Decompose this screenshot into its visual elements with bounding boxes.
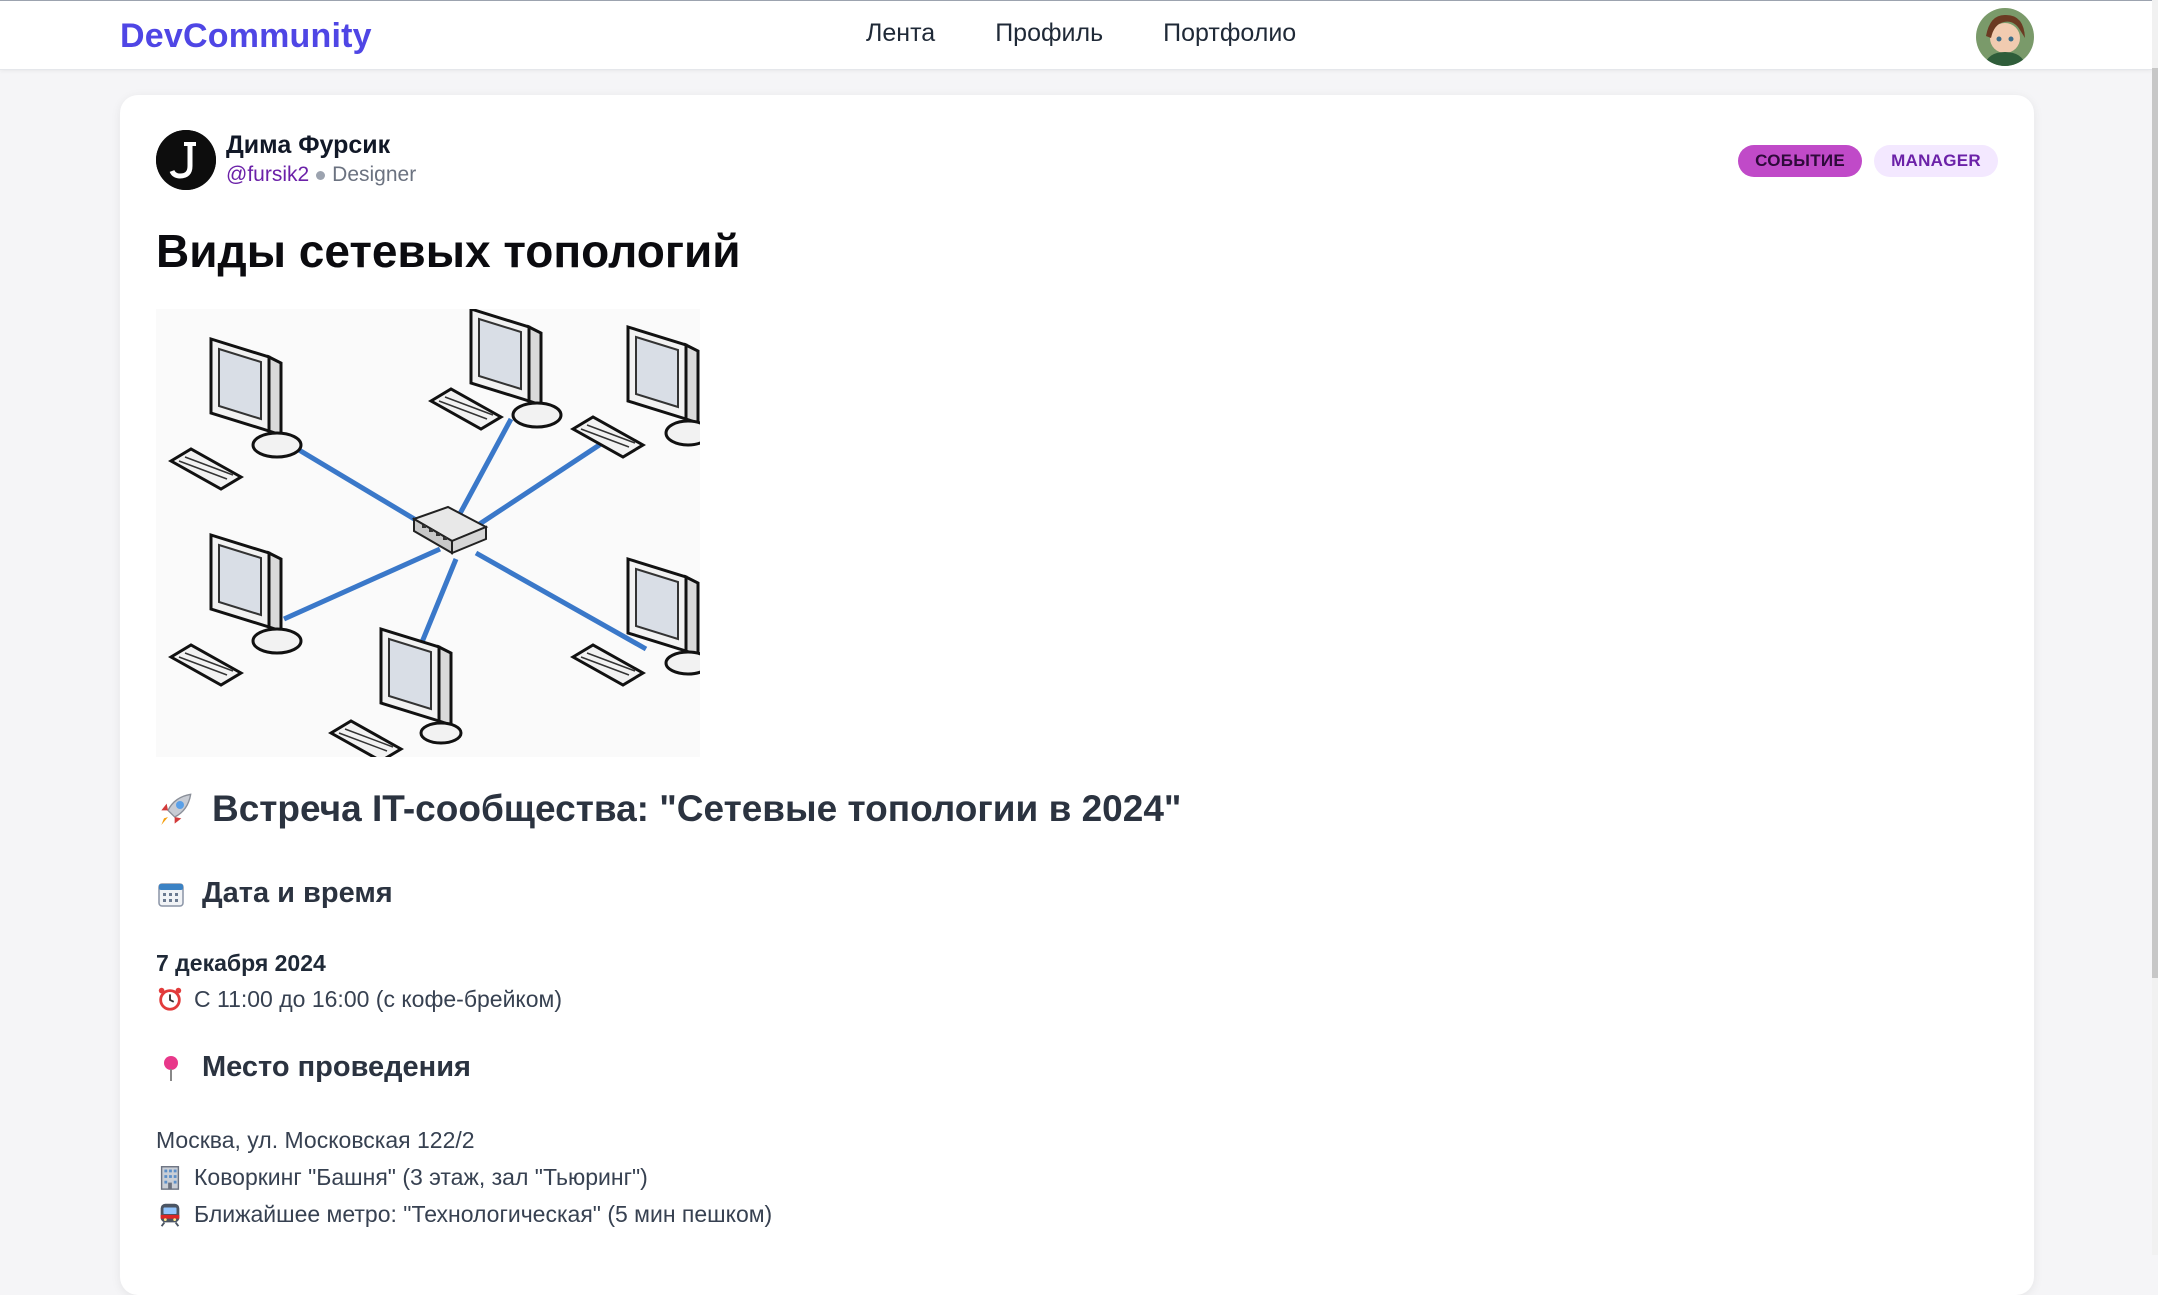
top-navigation-bar: DevCommunity Лента Профиль Портфолио bbox=[0, 0, 2152, 70]
content-heading: Встреча IT-сообщества: "Сетевые топологи… bbox=[156, 788, 1181, 830]
star-topology-network-diagram-icon bbox=[156, 306, 712, 763]
event-time: С 11:00 до 16:00 (с кофе-брейком) bbox=[156, 985, 562, 1013]
calendar-icon bbox=[158, 882, 184, 907]
author-handle[interactable]: @fursik2 bbox=[226, 163, 309, 187]
nav-link-portfolio[interactable]: Портфолио bbox=[1163, 19, 1296, 48]
post-image bbox=[156, 306, 712, 763]
main-nav: Лента Профиль Портфолио bbox=[866, 19, 1296, 48]
event-metro-text: Ближайшее метро: "Технологическая" (5 ми… bbox=[194, 1200, 773, 1227]
date-section-heading: Дата и время bbox=[156, 877, 393, 910]
event-venue-text: Коворкинг "Башня" (3 этаж, зал "Тьюринг"… bbox=[194, 1163, 648, 1190]
office-building-icon bbox=[160, 1166, 180, 1190]
place-section-heading-text: Место проведения bbox=[202, 1051, 471, 1083]
event-address-text: Москва, ул. Московская 122/2 bbox=[156, 1127, 475, 1153]
author-name[interactable]: Дима Фурсик bbox=[226, 131, 390, 160]
post-title: Виды сетевых топологий bbox=[156, 225, 741, 277]
date-section-heading-text: Дата и время bbox=[202, 877, 393, 909]
event-metro: Ближайшее метро: "Технологическая" (5 ми… bbox=[156, 1200, 772, 1228]
role-badge: MANAGER bbox=[1874, 145, 1998, 177]
alarm-clock-icon bbox=[158, 987, 182, 1011]
place-section-heading: Место проведения bbox=[156, 1051, 471, 1084]
content-heading-text: Встреча IT-сообщества: "Сетевые топологи… bbox=[212, 788, 1182, 829]
nav-link-profile[interactable]: Профиль bbox=[995, 19, 1103, 48]
nav-link-feed[interactable]: Лента bbox=[866, 19, 935, 48]
event-time-text: С 11:00 до 16:00 (с кофе-брейком) bbox=[194, 985, 563, 1012]
event-badge: СОБЫТИЕ bbox=[1738, 145, 1863, 177]
author-role: Designer bbox=[332, 163, 417, 186]
event-venue: Коворкинг "Башня" (3 этаж, зал "Тьюринг"… bbox=[156, 1163, 648, 1191]
event-date: 7 декабря 2024 bbox=[156, 950, 326, 977]
post-badges: СОБЫТИЕ MANAGER bbox=[1738, 145, 1998, 177]
author-meta: @fursik2 Designer bbox=[226, 163, 416, 187]
author-avatar[interactable] bbox=[156, 130, 216, 190]
event-date-text: 7 декабря 2024 bbox=[156, 950, 326, 976]
page-scrollbar-thumb[interactable] bbox=[2152, 68, 2158, 978]
separator-dot-icon bbox=[316, 170, 326, 180]
brand-logo[interactable]: DevCommunity bbox=[120, 17, 372, 56]
pushpin-icon bbox=[164, 1055, 178, 1081]
metro-icon bbox=[160, 1203, 180, 1227]
event-address: Москва, ул. Московская 122/2 bbox=[156, 1127, 475, 1154]
rocket-icon bbox=[161, 793, 192, 825]
post-card: Дима Фурсик @fursik2 Designer СОБЫТИЕ MA… bbox=[120, 95, 2034, 1295]
user-avatar[interactable] bbox=[1976, 8, 2034, 66]
